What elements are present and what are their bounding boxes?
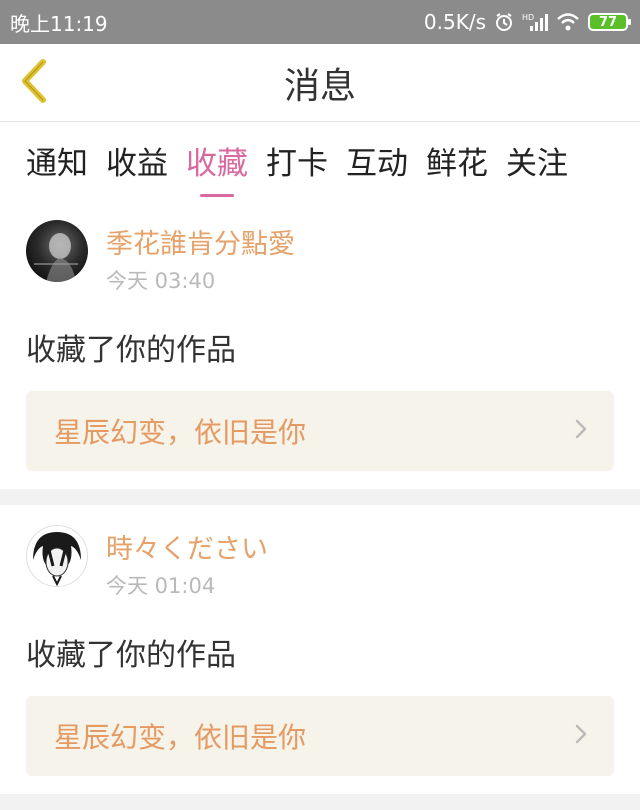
tab-favorites[interactable]: 收藏 (186, 122, 248, 183)
status-bar: 晚上11:19 0.5K/s HD 77 (0, 0, 640, 44)
message-card: 時々ください 今天 01:04 收藏了你的作品 星辰幻变，依旧是你 (0, 505, 640, 794)
user-name[interactable]: 時々ください (106, 527, 268, 566)
message-action: 收藏了你的作品 (26, 333, 236, 368)
chevron-right-icon (574, 723, 588, 749)
hd-signal-icon: HD (522, 12, 548, 32)
wifi-icon (556, 12, 580, 32)
tab-interactions[interactable]: 互动 (346, 122, 408, 183)
message-list: 季花誰肯分點愛 今天 03:40 收藏了你的作品 星辰幻变，依旧是你 時々くださ… (0, 200, 640, 810)
message-meta: 季花誰肯分點愛 今天 03:40 (106, 220, 295, 295)
message-header: 季花誰肯分點愛 今天 03:40 (26, 220, 614, 295)
page-title: 消息 (283, 66, 356, 107)
back-button[interactable] (14, 58, 54, 108)
battery-level: 77 (598, 14, 618, 30)
tab-following[interactable]: 关注 (506, 122, 568, 183)
tab-earnings[interactable]: 收益 (106, 122, 168, 183)
work-title: 星辰幻变，依旧是你 (54, 416, 307, 449)
tab-flowers[interactable]: 鲜花 (426, 122, 488, 183)
svg-text:HD: HD (522, 13, 534, 22)
tab-notifications[interactable]: 通知 (26, 122, 88, 183)
work-title: 星辰幻变，依旧是你 (54, 721, 307, 754)
net-speed: 0.5K/s (423, 10, 486, 34)
chevron-left-icon (19, 58, 49, 108)
tab-bar: 通知 收益 收藏 打卡 互动 鲜花 关注 (0, 122, 640, 200)
tab-checkin[interactable]: 打卡 (266, 122, 328, 183)
work-link[interactable]: 星辰幻变，依旧是你 (26, 696, 614, 776)
avatar[interactable] (26, 220, 88, 282)
chevron-right-icon (574, 418, 588, 444)
message-time: 今天 03:40 (106, 269, 216, 293)
work-link[interactable]: 星辰幻变，依旧是你 (26, 391, 614, 471)
header: 消息 (0, 44, 640, 122)
user-name[interactable]: 季花誰肯分點愛 (106, 222, 295, 261)
avatar[interactable] (26, 525, 88, 587)
battery-icon: 77 (588, 13, 631, 31)
message-header: 時々ください 今天 01:04 (26, 525, 614, 600)
status-time: 晚上11:19 (10, 11, 108, 36)
status-right: 0.5K/s HD 77 (423, 10, 631, 34)
alarm-icon (494, 12, 514, 32)
message-time: 今天 01:04 (106, 574, 216, 598)
message-action: 收藏了你的作品 (26, 638, 236, 673)
message-meta: 時々ください 今天 01:04 (106, 525, 268, 600)
message-card: 季花誰肯分點愛 今天 03:40 收藏了你的作品 星辰幻变，依旧是你 (0, 200, 640, 489)
